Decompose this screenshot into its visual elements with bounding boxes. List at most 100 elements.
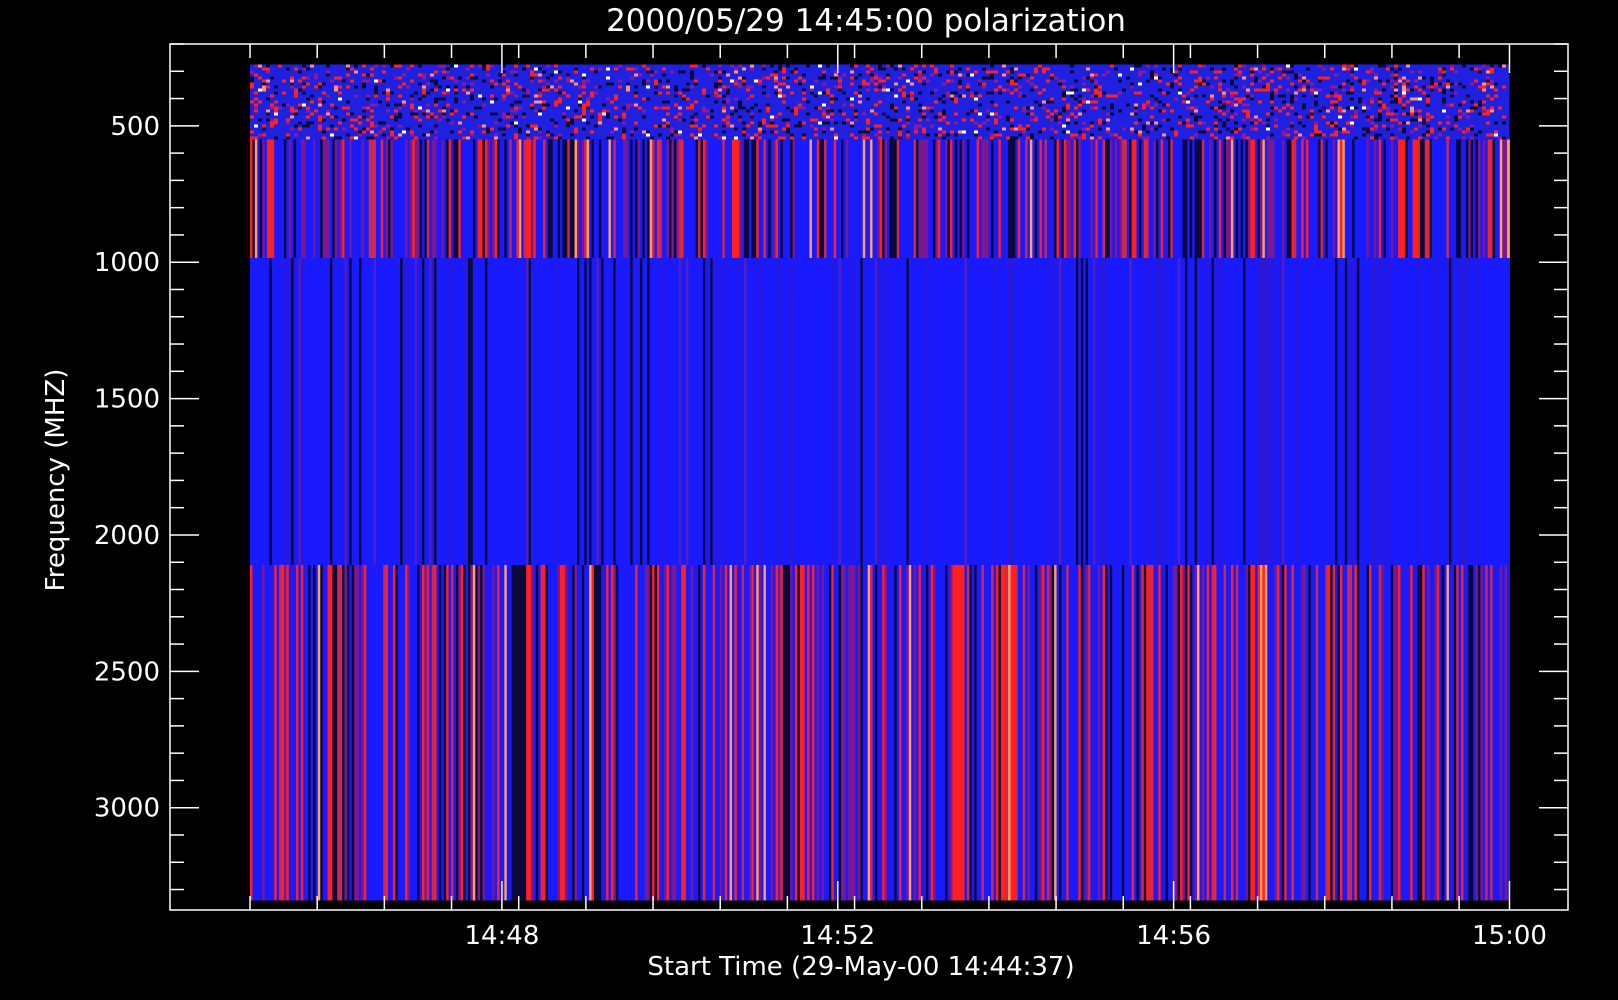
heatmap-cell <box>338 91 342 95</box>
heatmap-stripe <box>734 564 738 901</box>
heatmap-cell <box>1374 136 1378 140</box>
heatmap-cell <box>258 64 262 68</box>
heatmap-cell <box>958 94 962 98</box>
heatmap-cell <box>582 82 586 86</box>
heatmap-stripe <box>368 564 372 901</box>
heatmap-cell <box>778 88 782 92</box>
heatmap-stripe <box>712 258 716 565</box>
heatmap-stripe <box>1255 564 1258 901</box>
heatmap-cell <box>554 136 558 140</box>
heatmap-stripe <box>809 139 813 259</box>
heatmap-cell <box>1394 70 1398 74</box>
heatmap-cell <box>1430 130 1434 134</box>
heatmap-stripe <box>894 139 898 259</box>
heatmap-stripe <box>1301 139 1304 259</box>
heatmap-stripe <box>1206 139 1210 259</box>
heatmap-cell <box>434 97 438 101</box>
heatmap-cell <box>1370 70 1374 74</box>
heatmap-stripe <box>293 564 297 901</box>
heatmap-cell <box>626 103 630 107</box>
heatmap-cell <box>778 94 782 98</box>
heatmap-stripe <box>894 564 898 901</box>
heatmap-cell <box>1458 109 1462 113</box>
heatmap-stripe <box>1451 564 1455 901</box>
heatmap-cell <box>1294 136 1298 140</box>
heatmap-stripe <box>962 258 965 565</box>
heatmap-cell <box>1234 121 1238 125</box>
heatmap-cell <box>950 94 954 98</box>
heatmap-cell <box>582 106 586 110</box>
heatmap-cell <box>1078 94 1082 98</box>
heatmap-stripe <box>564 564 568 901</box>
heatmap-cell <box>386 136 390 140</box>
heatmap-cell <box>850 76 854 80</box>
heatmap-cell <box>1122 88 1126 92</box>
heatmap-stripe <box>572 139 575 259</box>
heatmap-cell <box>1130 67 1134 71</box>
heatmap-stripe <box>1453 564 1457 901</box>
heatmap-stripe <box>276 564 280 901</box>
heatmap-stripe <box>1008 564 1011 901</box>
heatmap-cell <box>1338 115 1342 119</box>
heatmap-cell <box>1282 130 1286 134</box>
heatmap-cell <box>686 82 690 86</box>
heatmap-cell <box>494 82 498 86</box>
heatmap-stripe <box>1095 564 1099 901</box>
heatmap-stripe <box>1000 139 1004 259</box>
heatmap-cell <box>970 118 974 122</box>
heatmap-stripe <box>891 564 895 901</box>
heatmap-cell <box>1302 103 1306 107</box>
heatmap-cell <box>762 85 766 89</box>
heatmap-stripe <box>1034 564 1038 901</box>
heatmap-cell <box>1390 136 1394 140</box>
heatmap-cell <box>734 136 738 140</box>
heatmap-cell <box>910 94 914 98</box>
heatmap-stripe <box>816 564 820 901</box>
heatmap-stripe <box>337 258 341 565</box>
heatmap-cell <box>1446 82 1450 86</box>
heatmap-stripe <box>1473 564 1476 901</box>
heatmap-cell <box>1434 85 1438 89</box>
heatmap-cell <box>1082 121 1086 125</box>
heatmap-cell <box>1426 103 1430 107</box>
heatmap-cell <box>1450 64 1454 68</box>
heatmap-stripe <box>603 564 607 901</box>
heatmap-cell <box>690 124 694 128</box>
heatmap-stripe <box>528 258 532 565</box>
heatmap-cell <box>1446 121 1450 125</box>
heatmap-stripe <box>1502 258 1506 565</box>
heatmap-stripe <box>591 258 595 565</box>
heatmap-cell <box>982 82 986 86</box>
heatmap-cell <box>1198 121 1202 125</box>
heatmap-stripe <box>736 258 740 565</box>
heatmap-cell <box>574 70 578 74</box>
heatmap-cell <box>1450 82 1454 86</box>
heatmap-cell <box>606 109 610 113</box>
heatmap-cell <box>382 91 386 95</box>
heatmap-stripe <box>484 258 488 565</box>
heatmap-cell <box>606 97 610 101</box>
heatmap-cell <box>674 88 678 92</box>
heatmap-cell <box>1310 133 1314 137</box>
heatmap-cell <box>1254 127 1258 131</box>
heatmap-stripe <box>1020 258 1024 565</box>
heatmap-cell <box>418 118 422 122</box>
heatmap-cell <box>454 64 458 68</box>
heatmap-cell <box>1162 103 1166 107</box>
heatmap-stripe <box>1461 139 1464 259</box>
heatmap-stripe <box>470 564 474 901</box>
heatmap-cell <box>582 115 586 119</box>
heatmap-cell <box>890 106 894 110</box>
heatmap-stripe <box>1482 258 1486 565</box>
heatmap-stripe <box>414 139 418 259</box>
heatmap-stripe <box>811 258 815 565</box>
heatmap-cell <box>542 79 546 83</box>
heatmap-stripe <box>606 139 609 259</box>
heatmap-cell <box>586 100 590 104</box>
heatmap-cell <box>902 91 906 95</box>
heatmap-stripe <box>613 258 617 565</box>
heatmap-stripe <box>1461 258 1464 565</box>
heatmap-stripe <box>758 139 762 259</box>
heatmap-stripe <box>1296 258 1300 565</box>
heatmap-cell <box>462 88 466 92</box>
